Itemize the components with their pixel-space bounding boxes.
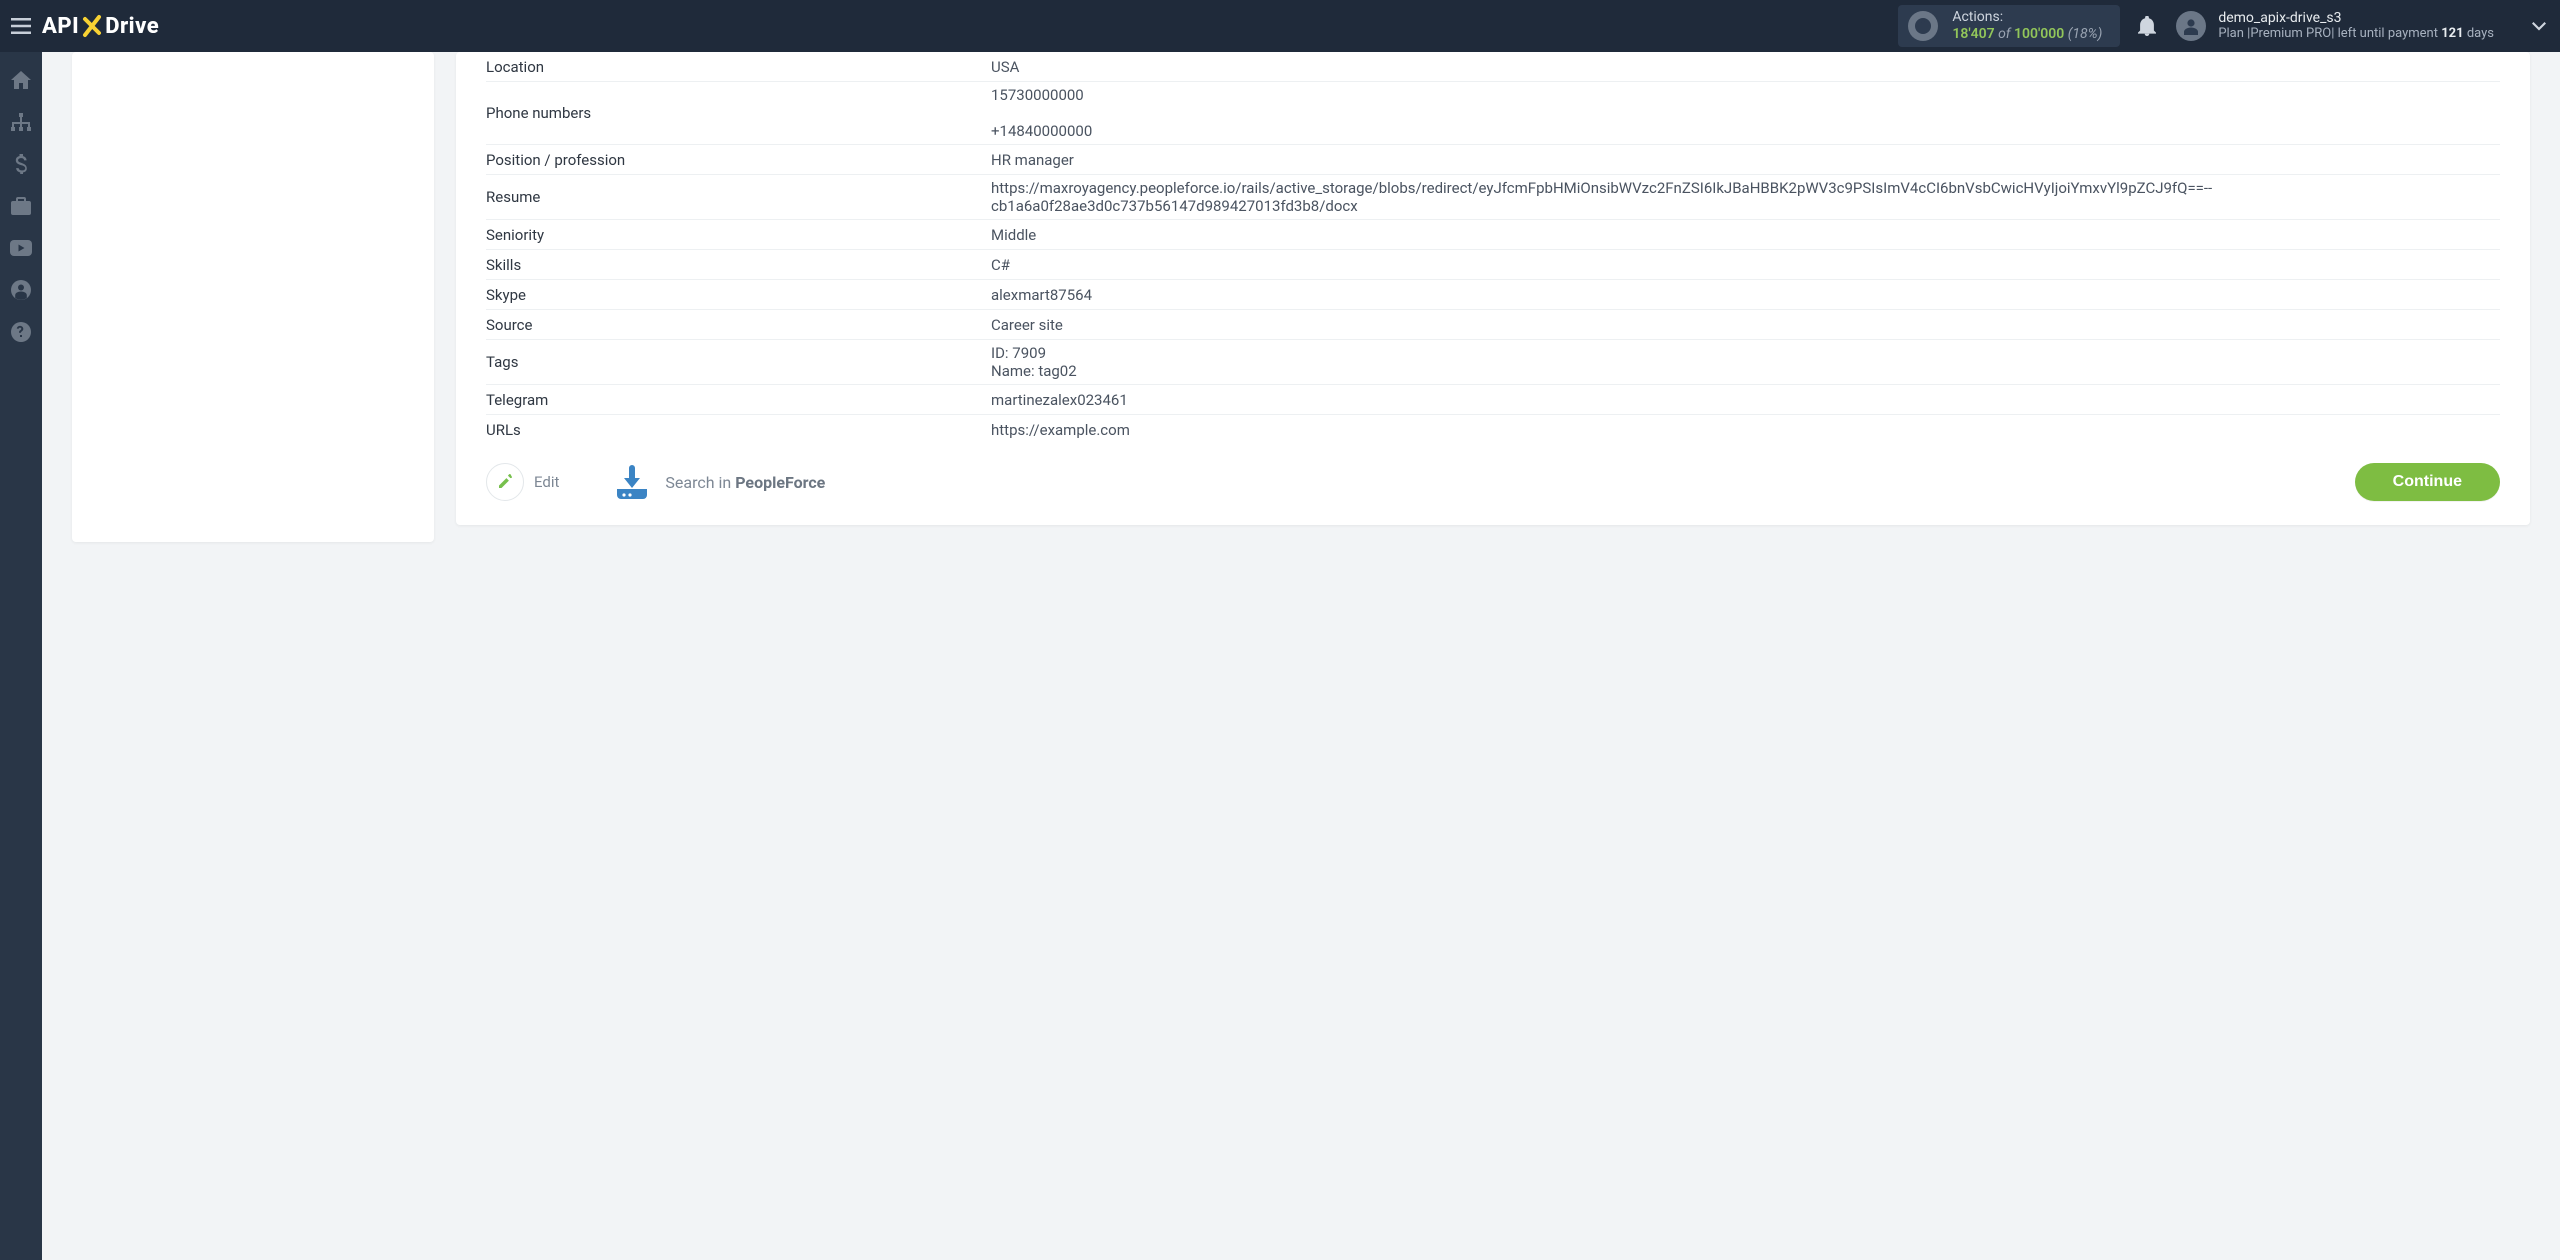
sidebar-item-video[interactable] [0, 228, 42, 268]
hamburger-menu-button[interactable] [0, 0, 42, 52]
field-label: Telegram [486, 391, 991, 409]
user-menu[interactable]: demo_apix-drive_s3 Plan |Premium PRO| le… [2176, 10, 2546, 41]
sidebar-item-account[interactable] [0, 270, 42, 310]
briefcase-icon [11, 197, 31, 215]
sidebar-item-briefcase[interactable] [0, 186, 42, 226]
table-row: Telegrammartinezalex023461 [486, 385, 2500, 415]
notifications-button[interactable] [2138, 16, 2156, 36]
chevron-down-icon [2532, 22, 2546, 31]
table-row: SeniorityMiddle [486, 220, 2500, 250]
actions-percent: (18%) [2064, 26, 2102, 42]
field-label: Resume [486, 188, 991, 206]
table-row: TagsID: 7909 Name: tag02 [486, 340, 2500, 385]
field-label: Skype [486, 286, 991, 304]
youtube-icon [10, 240, 32, 256]
actions-total: 100'000 [2014, 26, 2064, 42]
panel-actions-row: Edit Search in PeopleForce Continue [486, 445, 2500, 501]
field-value: Career site [991, 316, 2500, 334]
plan-name: Premium PRO [2250, 26, 2331, 41]
plan-line: Plan |Premium PRO| left until payment 12… [2218, 27, 2494, 42]
field-value: martinezalex023461 [991, 391, 2500, 409]
table-row: Resumehttps://maxroyagency.peopleforce.i… [486, 175, 2500, 220]
sitemap-icon [11, 113, 31, 131]
field-value: HR manager [991, 151, 2500, 169]
logo-api-text: API [42, 14, 79, 39]
bell-icon [2138, 16, 2156, 36]
left-panel [72, 52, 434, 542]
home-icon [11, 71, 31, 89]
search-target: PeopleForce [735, 473, 825, 492]
sidebar-item-connections[interactable] [0, 102, 42, 142]
sidebar-nav [0, 52, 42, 1260]
main-content: LocationUSAPhone numbers15730000000 +148… [42, 52, 2560, 1260]
continue-button[interactable]: Continue [2355, 463, 2500, 501]
table-row: Phone numbers15730000000 +14840000000 [486, 82, 2500, 145]
table-row: Skypealexmart87564 [486, 280, 2500, 310]
field-value: https://maxroyagency.peopleforce.io/rail… [991, 179, 2500, 215]
field-value: ID: 7909 Name: tag02 [991, 344, 2500, 380]
search-prefix: Search in [665, 473, 735, 492]
user-menu-text: demo_apix-drive_s3 Plan |Premium PRO| le… [2218, 10, 2494, 41]
logo-x-icon [80, 14, 104, 38]
search-in-source-label: Search in PeopleForce [665, 473, 825, 492]
sidebar-item-home[interactable] [0, 60, 42, 100]
actions-of: of [1995, 26, 2014, 42]
app-logo[interactable]: API Drive [42, 14, 159, 39]
table-row: LocationUSA [486, 52, 2500, 82]
info-icon [1908, 11, 1938, 41]
field-value: Middle [991, 226, 2500, 244]
user-circle-icon [11, 280, 31, 300]
download-icon [613, 465, 651, 499]
actions-counter-text: Actions: 18'407 of 100'000 (18%) [1952, 9, 2102, 41]
field-label: Tags [486, 353, 991, 371]
table-row: Position / professionHR manager [486, 145, 2500, 175]
right-panel: LocationUSAPhone numbers15730000000 +148… [456, 52, 2530, 525]
dollar-icon [15, 154, 27, 174]
field-value: alexmart87564 [991, 286, 2500, 304]
plan-mid: | left until payment [2331, 26, 2441, 41]
actions-counter[interactable]: Actions: 18'407 of 100'000 (18%) [1898, 5, 2120, 46]
field-value: 15730000000 +14840000000 [991, 86, 2500, 140]
field-value: USA [991, 58, 2500, 76]
field-label: Seniority [486, 226, 991, 244]
actions-current: 18'407 [1952, 26, 1994, 42]
user-avatar-icon [2176, 11, 2206, 41]
plan-prefix: Plan | [2218, 26, 2250, 41]
username: demo_apix-drive_s3 [2218, 10, 2494, 26]
field-label: Skills [486, 256, 991, 274]
edit-button[interactable]: Edit [486, 463, 559, 501]
edit-button-label: Edit [534, 473, 559, 491]
table-row: URLshttps://example.com [486, 415, 2500, 445]
field-value: https://example.com [991, 421, 2500, 439]
question-circle-icon [11, 322, 31, 342]
field-label: Position / profession [486, 151, 991, 169]
field-value: C# [991, 256, 2500, 274]
table-row: SourceCareer site [486, 310, 2500, 340]
pencil-icon [486, 463, 524, 501]
plan-days-suffix: days [2464, 26, 2494, 41]
field-label: Location [486, 58, 991, 76]
hamburger-icon [11, 18, 31, 34]
field-label: Source [486, 316, 991, 334]
field-label: URLs [486, 421, 991, 439]
table-row: SkillsC# [486, 250, 2500, 280]
plan-days: 121 [2441, 26, 2463, 41]
sidebar-item-help[interactable] [0, 312, 42, 352]
search-in-source-button[interactable]: Search in PeopleForce [613, 465, 825, 499]
field-label: Phone numbers [486, 104, 991, 122]
sidebar-item-billing[interactable] [0, 144, 42, 184]
actions-label: Actions: [1952, 9, 2102, 25]
data-table: LocationUSAPhone numbers15730000000 +148… [486, 52, 2500, 445]
top-bar: API Drive Actions: 18'407 of 100'000 (18… [0, 0, 2560, 52]
logo-drive-text: Drive [105, 14, 159, 39]
